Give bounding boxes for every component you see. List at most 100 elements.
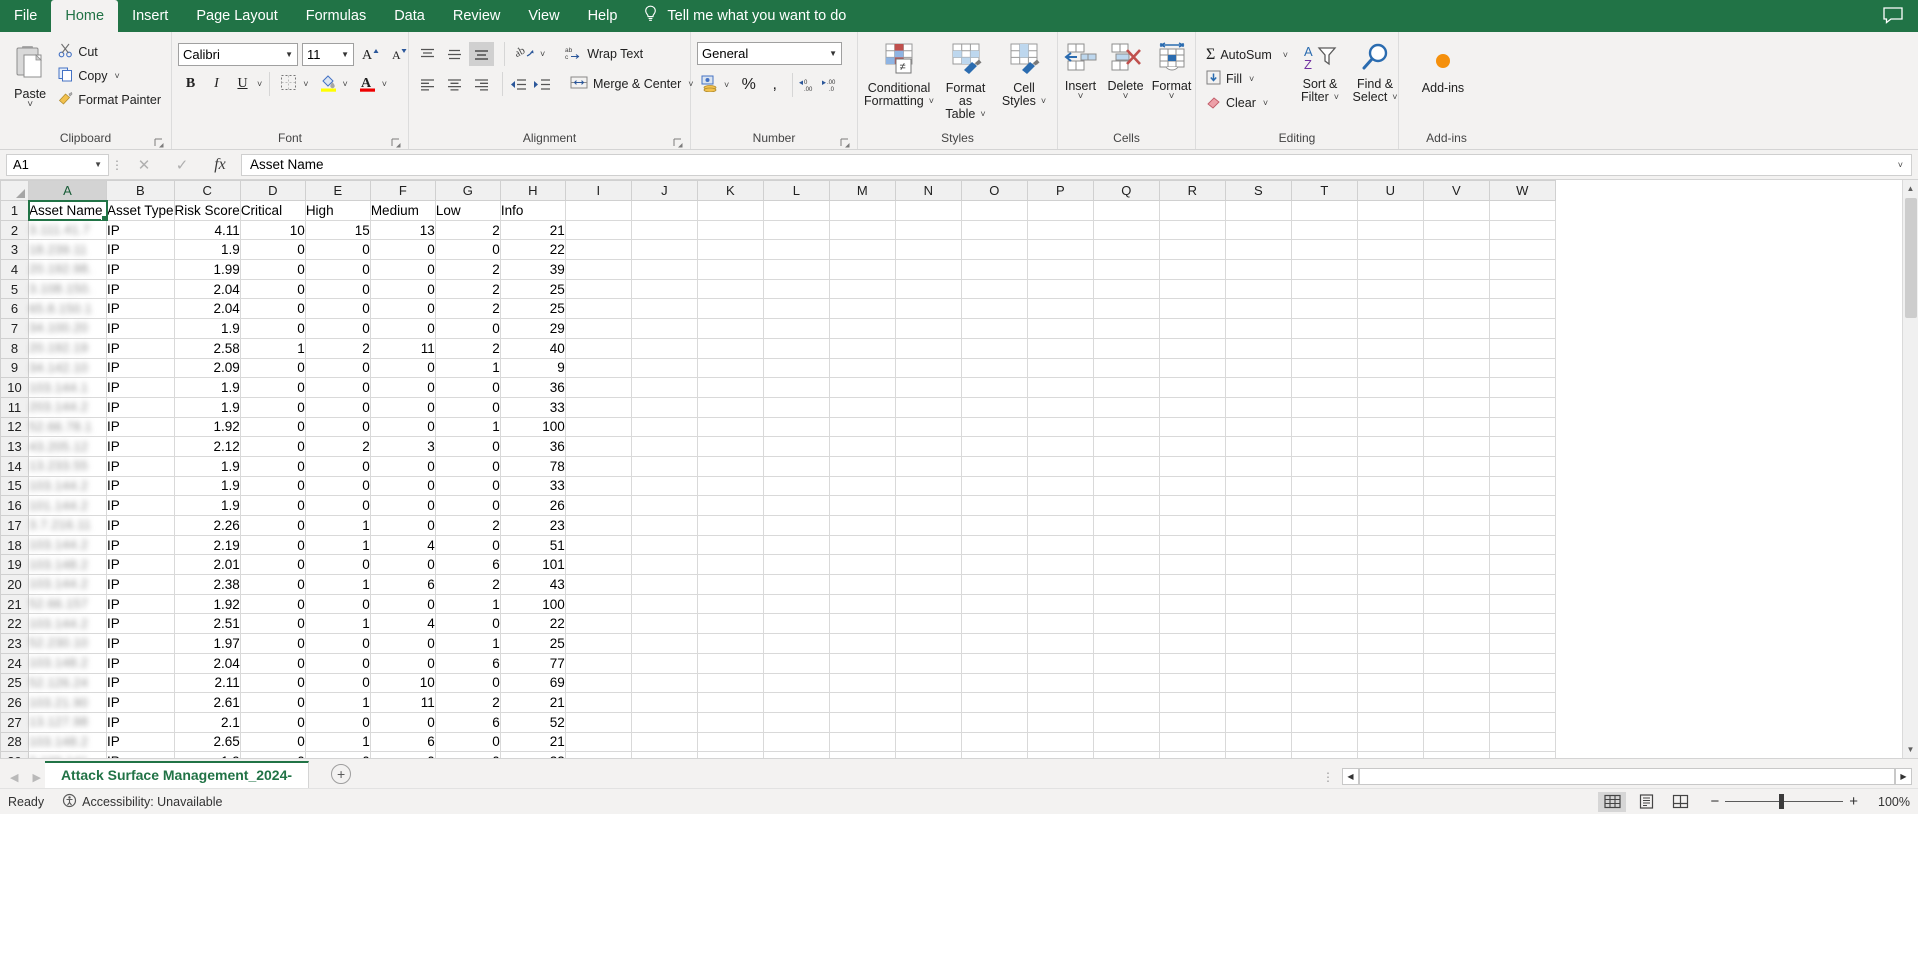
cell-S19[interactable]	[1225, 554, 1292, 576]
cell-P8[interactable]	[1027, 338, 1094, 359]
cell-A25[interactable]: 52.126.24	[28, 673, 107, 694]
menu-item-page-layout[interactable]: Page Layout	[182, 0, 291, 32]
cell-L11[interactable]	[763, 397, 830, 418]
cell-M6[interactable]	[829, 298, 896, 320]
cell-Q9[interactable]	[1093, 358, 1160, 379]
chevron-down-icon[interactable]: ˅	[1169, 92, 1175, 102]
cell-M19[interactable]	[829, 554, 896, 576]
cell-B26[interactable]: IP	[106, 692, 175, 713]
table-row[interactable]: 25 52.126.24 IP 2.11 0 0 10 0 69	[0, 672, 1556, 694]
cell-I14[interactable]	[565, 456, 632, 477]
cell-Q17[interactable]	[1093, 515, 1160, 536]
cell-O25[interactable]	[961, 673, 1028, 694]
cell-R6[interactable]	[1159, 298, 1226, 320]
table-row[interactable]: 15 103.144.2 IP 1.9 0 0 0 0 33	[0, 475, 1556, 497]
cell-W12[interactable]	[1489, 417, 1556, 438]
comment-icon[interactable]	[1882, 6, 1904, 24]
cell-V12[interactable]	[1423, 417, 1490, 438]
format-painter-button[interactable]: Format Painter	[54, 88, 165, 111]
cell-V23[interactable]	[1423, 633, 1490, 654]
cell-S9[interactable]	[1225, 358, 1292, 379]
cell-I17[interactable]	[565, 515, 632, 536]
cell-E23[interactable]: 0	[305, 633, 371, 654]
cell-I25[interactable]	[565, 673, 632, 694]
cell-I13[interactable]	[565, 436, 632, 457]
cell-A12[interactable]: 52.66.78.1	[28, 417, 107, 438]
cell-U12[interactable]	[1357, 417, 1424, 438]
cell-J12[interactable]	[631, 417, 698, 438]
cell-M1[interactable]	[829, 200, 896, 221]
cell-I9[interactable]	[565, 358, 632, 379]
cell-S27[interactable]	[1225, 712, 1292, 733]
cell-P27[interactable]	[1027, 712, 1094, 733]
cell-D15[interactable]: 0	[240, 476, 306, 497]
cell-S6[interactable]	[1225, 298, 1292, 320]
cell-V19[interactable]	[1423, 554, 1490, 576]
cell-M25[interactable]	[829, 673, 896, 694]
cell-W25[interactable]	[1489, 673, 1556, 694]
cell-T7[interactable]	[1291, 318, 1358, 339]
cell-U14[interactable]	[1357, 456, 1424, 477]
cell-T25[interactable]	[1291, 673, 1358, 694]
cell-S15[interactable]	[1225, 476, 1292, 497]
table-row[interactable]: 20 103.144.2 IP 2.38 0 1 6 2 43	[0, 574, 1556, 595]
cell-N24[interactable]	[895, 653, 962, 674]
cell-J15[interactable]	[631, 476, 698, 497]
cell-R20[interactable]	[1159, 574, 1226, 595]
cell-D27[interactable]: 0	[240, 712, 306, 733]
cell-K3[interactable]	[697, 239, 764, 261]
cell-A21[interactable]: 52.66.157	[28, 594, 107, 615]
cell-G13[interactable]: 0	[435, 436, 501, 457]
cell-C20[interactable]: 2.38	[174, 574, 241, 595]
cell-L13[interactable]	[763, 436, 830, 457]
zoom-slider[interactable]: − +	[1710, 793, 1858, 810]
cell-G10[interactable]: 0	[435, 377, 501, 398]
cell-U18[interactable]	[1357, 535, 1424, 556]
cell-L19[interactable]	[763, 554, 830, 576]
cell-O6[interactable]	[961, 298, 1028, 320]
cell-W6[interactable]	[1489, 298, 1556, 320]
cell-W16[interactable]	[1489, 495, 1556, 516]
column-header-u[interactable]: U	[1356, 180, 1424, 201]
tell-me-box[interactable]: Tell me what you want to do	[631, 0, 858, 32]
format-as-table-button[interactable]: Format as Table ˅	[936, 40, 995, 123]
chevron-down-icon[interactable]: ▼	[335, 50, 349, 59]
cell-N18[interactable]	[895, 535, 962, 556]
cell-N21[interactable]	[895, 594, 962, 615]
column-header-i[interactable]: I	[564, 180, 632, 201]
cell-D2[interactable]: 10	[240, 220, 306, 241]
cell-H20[interactable]: 43	[500, 574, 566, 595]
cell-K20[interactable]	[697, 574, 764, 595]
column-header-m[interactable]: M	[828, 180, 896, 201]
cell-C16[interactable]: 1.9	[174, 495, 241, 516]
cell-P12[interactable]	[1027, 417, 1094, 438]
cell-D19[interactable]: 0	[240, 554, 306, 576]
cell-A5[interactable]: 3.108.150.	[28, 279, 107, 300]
cell-G17[interactable]: 2	[435, 515, 501, 536]
cell-Q20[interactable]	[1093, 574, 1160, 595]
cell-Q11[interactable]	[1093, 397, 1160, 418]
cell-M16[interactable]	[829, 495, 896, 516]
cell-A4[interactable]: 20.192.98.	[28, 259, 107, 280]
cell-I3[interactable]	[565, 239, 632, 261]
cell-W24[interactable]	[1489, 653, 1556, 674]
cell-C5[interactable]: 2.04	[174, 279, 241, 300]
increase-indent-button[interactable]	[529, 72, 554, 96]
cell-N15[interactable]	[895, 476, 962, 497]
cell-M18[interactable]	[829, 535, 896, 556]
align-bottom-button[interactable]	[469, 42, 494, 66]
cell-J22[interactable]	[631, 613, 698, 635]
row-header-5[interactable]: 5	[0, 278, 29, 300]
horizontal-scroll-track[interactable]	[1359, 768, 1895, 785]
menu-item-formulas[interactable]: Formulas	[292, 0, 380, 32]
cell-L27[interactable]	[763, 712, 830, 733]
cell-I21[interactable]	[565, 594, 632, 615]
cell-B14[interactable]: IP	[106, 456, 175, 477]
cell-E19[interactable]: 0	[305, 554, 371, 576]
cell-P25[interactable]	[1027, 673, 1094, 694]
cell-B5[interactable]: IP	[106, 279, 175, 300]
cell-B15[interactable]: IP	[106, 476, 175, 497]
cell-G11[interactable]: 0	[435, 397, 501, 418]
cell-T13[interactable]	[1291, 436, 1358, 457]
cell-N13[interactable]	[895, 436, 962, 457]
